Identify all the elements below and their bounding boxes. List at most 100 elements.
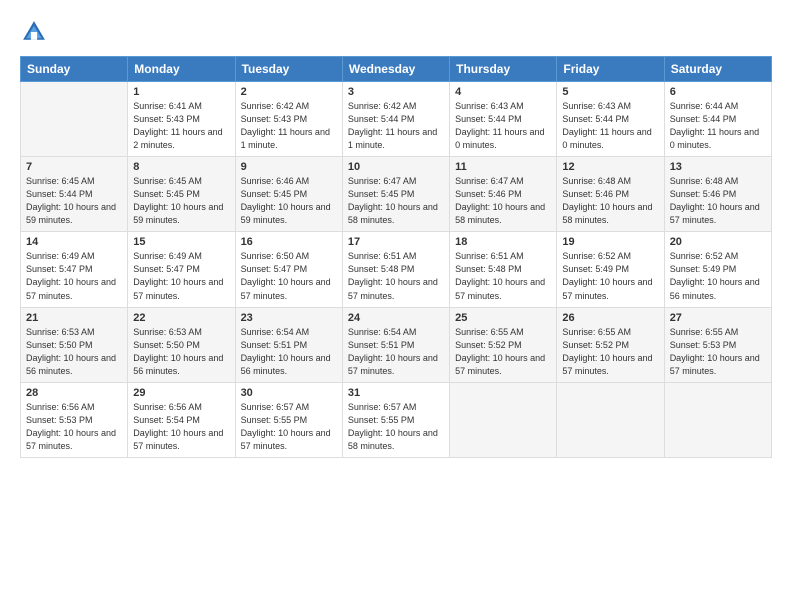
cell-content: Sunrise: 6:55 AMSunset: 5:53 PMDaylight:… (670, 326, 766, 378)
sunrise-text: Sunrise: 6:43 AM (455, 100, 551, 113)
day-number: 4 (455, 86, 551, 98)
col-header-tuesday: Tuesday (235, 57, 342, 82)
daylight-text: Daylight: 10 hours and 59 minutes. (26, 201, 122, 227)
calendar-cell: 14Sunrise: 6:49 AMSunset: 5:47 PMDayligh… (21, 232, 128, 307)
week-row-5: 28Sunrise: 6:56 AMSunset: 5:53 PMDayligh… (21, 382, 772, 457)
sunset-text: Sunset: 5:44 PM (348, 113, 444, 126)
daylight-text: Daylight: 10 hours and 56 minutes. (133, 352, 229, 378)
cell-content: Sunrise: 6:41 AMSunset: 5:43 PMDaylight:… (133, 100, 229, 152)
day-number: 16 (241, 236, 337, 248)
daylight-text: Daylight: 10 hours and 57 minutes. (241, 427, 337, 453)
col-header-friday: Friday (557, 57, 664, 82)
sunset-text: Sunset: 5:55 PM (348, 414, 444, 427)
daylight-text: Daylight: 11 hours and 2 minutes. (133, 126, 229, 152)
day-number: 28 (26, 387, 122, 399)
cell-content: Sunrise: 6:52 AMSunset: 5:49 PMDaylight:… (670, 250, 766, 302)
daylight-text: Daylight: 10 hours and 57 minutes. (241, 276, 337, 302)
sunrise-text: Sunrise: 6:55 AM (670, 326, 766, 339)
calendar-cell: 23Sunrise: 6:54 AMSunset: 5:51 PMDayligh… (235, 307, 342, 382)
header-row: SundayMondayTuesdayWednesdayThursdayFrid… (21, 57, 772, 82)
cell-content: Sunrise: 6:57 AMSunset: 5:55 PMDaylight:… (241, 401, 337, 453)
calendar-cell: 26 Sunrise: 6:55 AMSunset: 5:52 PMDayligh… (557, 307, 664, 382)
sunrise-text: Sunrise: 6:49 AM (133, 250, 229, 263)
sunset-text: Sunset: 5:53 PM (26, 414, 122, 427)
calendar-cell: 15Sunrise: 6:49 AMSunset: 5:47 PMDayligh… (128, 232, 235, 307)
week-row-4: 21Sunrise: 6:53 AMSunset: 5:50 PMDayligh… (21, 307, 772, 382)
daylight-text: Daylight: 10 hours and 56 minutes. (26, 352, 122, 378)
cell-content: Sunrise: 6:54 AMSunset: 5:51 PMDaylight:… (348, 326, 444, 378)
cell-content: Sunrise: 6:48 AMSunset: 5:46 PMDaylight:… (670, 175, 766, 227)
col-header-thursday: Thursday (450, 57, 557, 82)
cell-content: Sunrise: 6:46 AMSunset: 5:45 PMDaylight:… (241, 175, 337, 227)
cell-content: Sunrise: 6:45 AMSunset: 5:45 PMDaylight:… (133, 175, 229, 227)
calendar-cell: 30Sunrise: 6:57 AMSunset: 5:55 PMDayligh… (235, 382, 342, 457)
sunrise-text: Sunrise: 6:51 AM (455, 250, 551, 263)
sunrise-text: Sunrise: 6:46 AM (241, 175, 337, 188)
week-row-3: 14Sunrise: 6:49 AMSunset: 5:47 PMDayligh… (21, 232, 772, 307)
cell-content: Sunrise: 6:55 AMSunset: 5:52 PMDaylight:… (455, 326, 551, 378)
week-row-2: 7 Sunrise: 6:45 AMSunset: 5:44 PMDaylight… (21, 157, 772, 232)
day-number: 1 (133, 86, 229, 98)
calendar-cell: 5Sunrise: 6:43 AMSunset: 5:44 PMDaylight… (557, 82, 664, 157)
calendar-cell: 1 Sunrise: 6:41 AMSunset: 5:43 PMDaylight… (128, 82, 235, 157)
cell-content: Sunrise: 6:49 AMSunset: 5:47 PMDaylight:… (133, 250, 229, 302)
daylight-text: Daylight: 10 hours and 57 minutes. (562, 352, 658, 378)
calendar-cell: 3Sunrise: 6:42 AMSunset: 5:44 PMDaylight… (342, 82, 449, 157)
calendar-cell: 21Sunrise: 6:53 AMSunset: 5:50 PMDayligh… (21, 307, 128, 382)
sunrise-text: Sunrise: 6:56 AM (133, 401, 229, 414)
page: SundayMondayTuesdayWednesdayThursdayFrid… (0, 0, 792, 612)
daylight-text: Daylight: 11 hours and 1 minute. (348, 126, 444, 152)
calendar-cell: 24Sunrise: 6:54 AMSunset: 5:51 PMDayligh… (342, 307, 449, 382)
day-number: 26 (562, 312, 658, 324)
day-number: 7 (26, 161, 122, 173)
cell-content: Sunrise: 6:47 AMSunset: 5:45 PMDaylight:… (348, 175, 444, 227)
day-number: 2 (241, 86, 337, 98)
daylight-text: Daylight: 10 hours and 58 minutes. (348, 201, 444, 227)
sunset-text: Sunset: 5:43 PM (241, 113, 337, 126)
calendar-cell: 27Sunrise: 6:55 AMSunset: 5:53 PMDayligh… (664, 307, 771, 382)
sunset-text: Sunset: 5:51 PM (241, 339, 337, 352)
daylight-text: Daylight: 11 hours and 0 minutes. (455, 126, 551, 152)
calendar-cell: 25Sunrise: 6:55 AMSunset: 5:52 PMDayligh… (450, 307, 557, 382)
sunset-text: Sunset: 5:47 PM (241, 263, 337, 276)
sunset-text: Sunset: 5:54 PM (133, 414, 229, 427)
sunset-text: Sunset: 5:49 PM (562, 263, 658, 276)
cell-content: Sunrise: 6:56 AMSunset: 5:54 PMDaylight:… (133, 401, 229, 453)
sunset-text: Sunset: 5:44 PM (455, 113, 551, 126)
calendar-cell: 29Sunrise: 6:56 AMSunset: 5:54 PMDayligh… (128, 382, 235, 457)
calendar-cell: 28Sunrise: 6:56 AMSunset: 5:53 PMDayligh… (21, 382, 128, 457)
day-number: 23 (241, 312, 337, 324)
day-number: 9 (241, 161, 337, 173)
daylight-text: Daylight: 10 hours and 57 minutes. (348, 352, 444, 378)
sunset-text: Sunset: 5:44 PM (562, 113, 658, 126)
calendar-cell (664, 382, 771, 457)
day-number: 10 (348, 161, 444, 173)
cell-content: Sunrise: 6:47 AMSunset: 5:46 PMDaylight:… (455, 175, 551, 227)
daylight-text: Daylight: 10 hours and 57 minutes. (133, 427, 229, 453)
sunrise-text: Sunrise: 6:47 AM (455, 175, 551, 188)
calendar-cell: 6Sunrise: 6:44 AMSunset: 5:44 PMDaylight… (664, 82, 771, 157)
calendar-cell (557, 382, 664, 457)
col-header-sunday: Sunday (21, 57, 128, 82)
sunrise-text: Sunrise: 6:43 AM (562, 100, 658, 113)
calendar-cell: 12Sunrise: 6:48 AMSunset: 5:46 PMDayligh… (557, 157, 664, 232)
calendar-cell: 7 Sunrise: 6:45 AMSunset: 5:44 PMDaylight… (21, 157, 128, 232)
daylight-text: Daylight: 10 hours and 58 minutes. (562, 201, 658, 227)
cell-content: Sunrise: 6:45 AMSunset: 5:44 PMDaylight:… (26, 175, 122, 227)
calendar-cell: 2Sunrise: 6:42 AMSunset: 5:43 PMDaylight… (235, 82, 342, 157)
calendar-cell: 4 Sunrise: 6:43 AMSunset: 5:44 PMDaylight… (450, 82, 557, 157)
daylight-text: Daylight: 11 hours and 0 minutes. (670, 126, 766, 152)
sunset-text: Sunset: 5:48 PM (348, 263, 444, 276)
sunset-text: Sunset: 5:46 PM (670, 188, 766, 201)
daylight-text: Daylight: 10 hours and 57 minutes. (26, 276, 122, 302)
cell-content: Sunrise: 6:53 AMSunset: 5:50 PMDaylight:… (26, 326, 122, 378)
daylight-text: Daylight: 10 hours and 57 minutes. (562, 276, 658, 302)
sunrise-text: Sunrise: 6:56 AM (26, 401, 122, 414)
calendar-cell: 19Sunrise: 6:52 AMSunset: 5:49 PMDayligh… (557, 232, 664, 307)
week-row-1: 1 Sunrise: 6:41 AMSunset: 5:43 PMDaylight… (21, 82, 772, 157)
sunrise-text: Sunrise: 6:54 AM (348, 326, 444, 339)
sunset-text: Sunset: 5:47 PM (26, 263, 122, 276)
sunrise-text: Sunrise: 6:57 AM (348, 401, 444, 414)
cell-content: Sunrise: 6:55 AMSunset: 5:52 PMDaylight:… (562, 326, 658, 378)
sunset-text: Sunset: 5:50 PM (133, 339, 229, 352)
